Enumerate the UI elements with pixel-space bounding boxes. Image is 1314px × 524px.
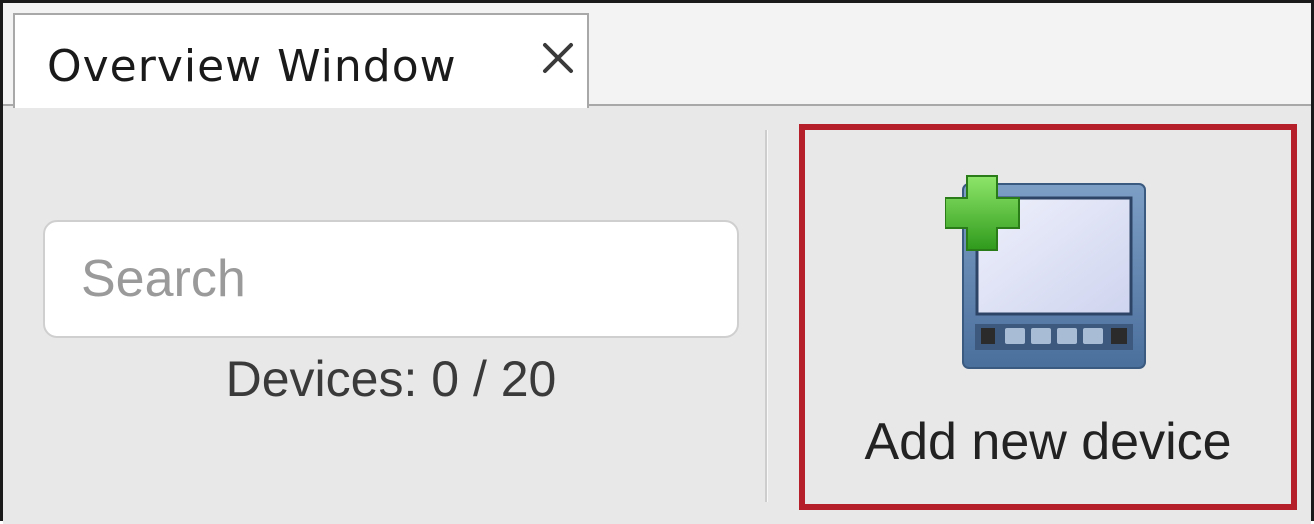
add-new-device-button[interactable]: Add new device <box>799 124 1297 510</box>
overview-content: Devices: 0 / 20 <box>3 106 1311 524</box>
tab-title: Overview Window <box>47 41 457 92</box>
tab-overview-window[interactable]: Overview Window <box>13 13 589 108</box>
overview-window: Overview Window Devices: 0 / 20 <box>0 0 1314 524</box>
search-input[interactable] <box>45 222 737 336</box>
add-new-device-label: Add new device <box>864 413 1232 471</box>
add-device-icon <box>945 175 1146 369</box>
search-box <box>43 220 739 338</box>
device-count-label: Devices: 0 / 20 <box>225 351 557 407</box>
close-icon[interactable] <box>535 35 581 81</box>
toolbar-separator <box>765 130 768 502</box>
